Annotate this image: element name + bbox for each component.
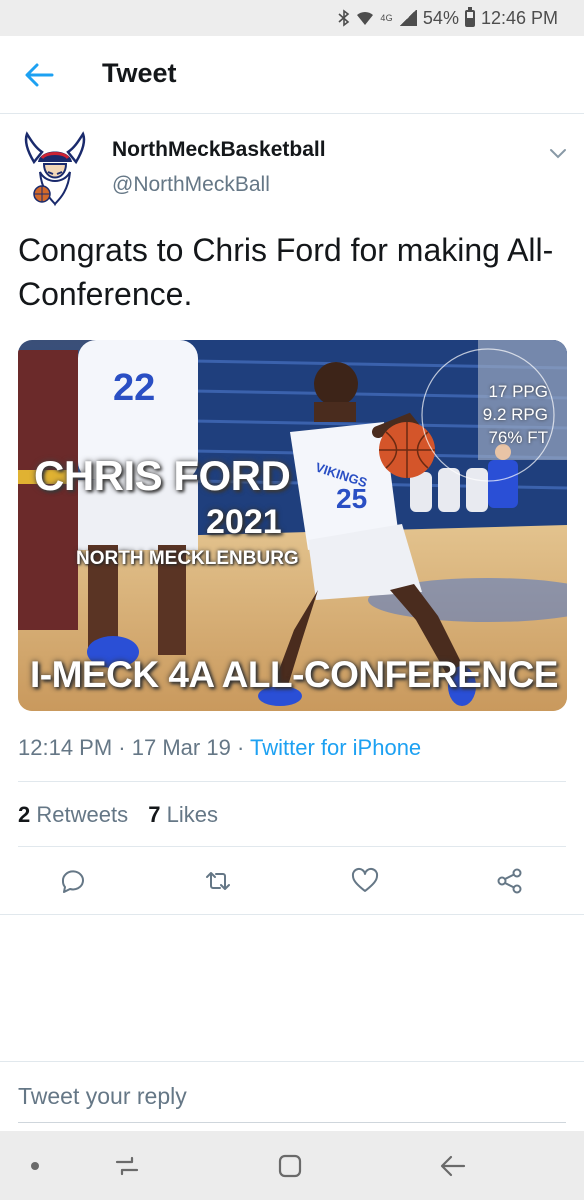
divider <box>18 846 566 847</box>
bluetooth-icon <box>338 9 350 27</box>
tweet-meta: 12:14 PM · 17 Mar 19 · Twitter for iPhon… <box>18 735 421 761</box>
network-type: 4G <box>380 13 393 23</box>
author-name[interactable]: NorthMeckBasketball <box>112 138 326 162</box>
battery-icon <box>464 6 475 27</box>
media-stat-ft: 76% FT <box>488 428 548 447</box>
meta-separator: · <box>118 735 126 760</box>
divider <box>18 781 566 782</box>
system-nav-bar <box>0 1131 584 1200</box>
retweets-count: 2 <box>18 802 31 827</box>
status-icons: 4G 54% 12:46 PM <box>338 6 558 30</box>
avatar[interactable] <box>18 128 92 208</box>
media-stat-ppg: 17 PPG <box>488 382 548 401</box>
page-title: Tweet <box>102 58 177 88</box>
tweet-text: Congrats to Chris Ford for making All-Co… <box>18 232 554 312</box>
media-stat-rpg: 9.2 RPG <box>482 405 548 424</box>
arrow-left-icon[interactable] <box>22 60 56 90</box>
tweet-media[interactable]: 22 25 VIKINGS CHRIS FORD 2021 NORTH MECK… <box>18 340 567 711</box>
meta-separator: · <box>236 735 245 760</box>
comment-bubble-icon[interactable] <box>57 866 87 896</box>
media-player-name: CHRIS FORD <box>34 452 291 499</box>
battery-percent: 54% <box>422 7 459 28</box>
chevron-down-icon[interactable] <box>548 146 568 160</box>
divider <box>0 914 584 915</box>
author-handle[interactable]: @NorthMeckBall <box>112 173 270 197</box>
tweet-date: 17 Mar 19 <box>131 735 231 760</box>
wifi-icon <box>357 11 374 25</box>
likes-stat[interactable]: 7 Likes <box>148 802 218 827</box>
retweet-icon[interactable] <box>203 866 233 896</box>
tweet-time: 12:14 PM <box>18 735 113 760</box>
jersey-number-left: 22 <box>113 367 155 409</box>
media-year: 2021 <box>206 503 282 541</box>
tweet-source-link[interactable]: Twitter for iPhone <box>250 735 421 760</box>
home-icon[interactable] <box>275 1151 305 1181</box>
status-bar: 4G 54% 12:46 PM <box>0 0 584 36</box>
tweet-stats: 2 Retweets 7 Likes <box>18 802 232 828</box>
dot-icon[interactable] <box>20 1151 50 1181</box>
recents-icon[interactable] <box>112 1151 142 1181</box>
heart-icon[interactable] <box>350 866 380 896</box>
likes-label: Likes <box>166 802 218 827</box>
signal-icon <box>398 10 417 26</box>
retweets-stat[interactable]: 2 Retweets <box>18 802 128 827</box>
app-header: Tweet <box>0 36 584 114</box>
back-icon[interactable] <box>438 1151 468 1181</box>
retweets-label: Retweets <box>36 802 129 827</box>
tweet-actions <box>0 862 584 900</box>
likes-count: 7 <box>148 802 161 827</box>
media-school: NORTH MECKLENBURG <box>76 548 299 569</box>
reply-input[interactable] <box>18 1080 566 1112</box>
clock: 12:46 PM <box>480 7 558 28</box>
share-icon[interactable] <box>495 866 525 896</box>
media-stats: 17 PPG 9.2 RPG 76% FT <box>446 380 548 449</box>
media-conference: I-MECK 4A ALL-CONFERENCE <box>30 654 558 695</box>
reply-underline <box>18 1122 566 1123</box>
reply-bar <box>0 1061 584 1129</box>
